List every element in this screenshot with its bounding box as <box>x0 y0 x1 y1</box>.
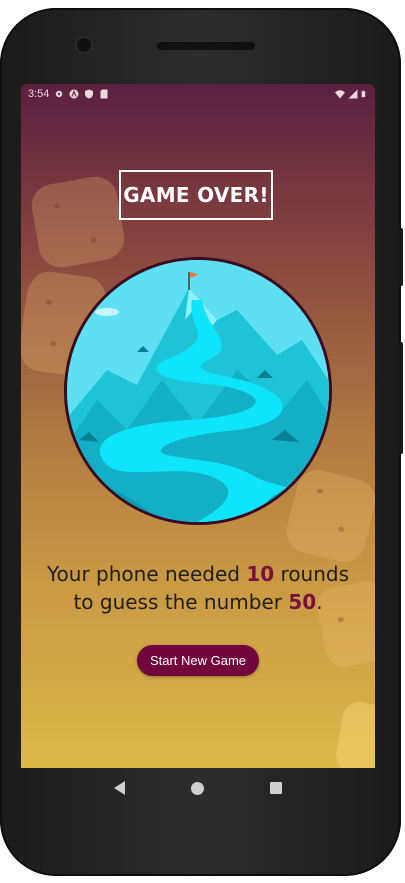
earpiece-speaker <box>157 42 255 50</box>
status-time: 3:54 <box>28 88 50 100</box>
summary-text-part: to guess the number <box>73 590 289 614</box>
summary-line-2: to guess the number 50. <box>21 588 375 616</box>
gear-icon <box>56 90 63 98</box>
start-new-game-button[interactable]: Start New Game <box>137 645 259 676</box>
game-over-title-text: GAME OVER! <box>123 183 269 207</box>
mountain-summit-flag-illustration <box>67 260 329 522</box>
success-image <box>64 257 332 525</box>
system-nav-bar <box>21 768 375 808</box>
recents-icon[interactable] <box>270 782 282 794</box>
battery-icon <box>361 90 366 98</box>
cell-signal-icon <box>348 89 358 99</box>
status-bar: 3:54 <box>21 84 375 104</box>
screen: 3:54 GAME OVER! Your phone needed 10 rou… <box>21 84 375 768</box>
power-button <box>397 228 403 286</box>
summary-text-part: Your phone needed <box>46 562 247 586</box>
summary-text-part: . <box>316 590 323 614</box>
wifi-icon <box>335 90 345 99</box>
user-number: 50 <box>288 590 317 614</box>
summary-text-part: rounds <box>274 562 350 586</box>
game-over-title: GAME OVER! <box>119 170 273 220</box>
a-icon <box>69 89 79 99</box>
background-dice <box>28 173 128 271</box>
shield-icon <box>85 89 94 99</box>
volume-button <box>397 342 403 454</box>
sd-card-icon <box>100 89 108 99</box>
background-dice <box>333 699 375 768</box>
summary-text: Your phone needed 10 rounds to guess the… <box>21 560 375 616</box>
home-icon[interactable] <box>191 781 204 795</box>
front-camera <box>77 38 91 52</box>
summary-line-1: Your phone needed 10 rounds <box>21 560 375 588</box>
back-icon[interactable] <box>114 781 125 795</box>
rounds-count: 10 <box>246 562 275 586</box>
